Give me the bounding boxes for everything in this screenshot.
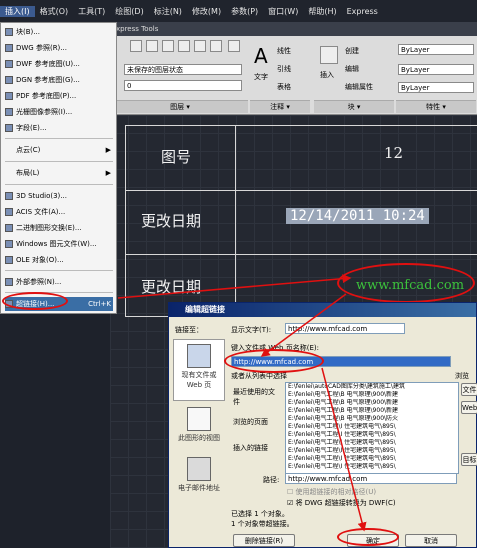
annotation-arrows	[117, 274, 367, 532]
arrow-to-ok	[321, 367, 367, 532]
arrow-to-address	[260, 293, 347, 357]
arrow-to-hyperlink	[117, 274, 352, 299]
